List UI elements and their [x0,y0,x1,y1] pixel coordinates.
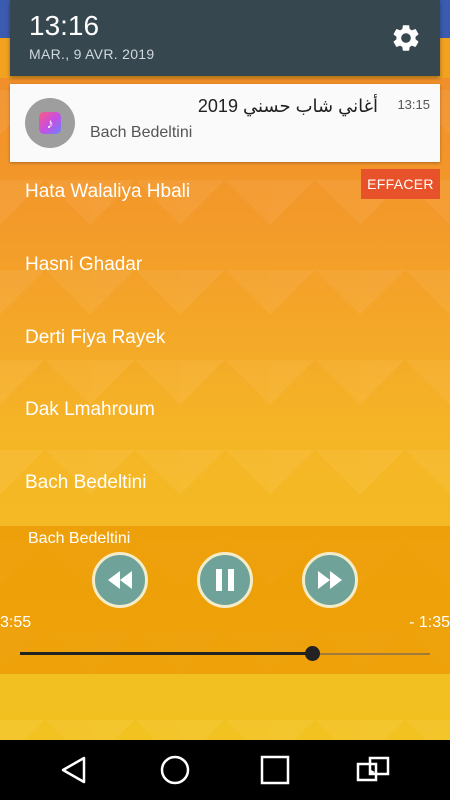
back-icon[interactable] [55,750,95,790]
notification-app-avatar: ♪ [25,98,75,148]
next-icon [318,571,342,589]
remaining-time: - 1:35 [409,614,450,631]
music-app-icon: ♪ [39,112,61,134]
notification-shade-header: 13:16 MAR., 9 AVR. 2019 [10,0,440,76]
rotate-icon[interactable] [353,750,393,790]
status-clock: 13:16 [29,10,100,41]
status-date: MAR., 9 AVR. 2019 [29,46,155,62]
seek-bar-progress [20,652,312,655]
clear-notifications-button[interactable]: EFFACER [361,169,440,199]
gear-icon[interactable] [390,22,422,54]
song-item[interactable]: Hasni Ghadar [25,254,142,276]
elapsed-time: 3:55 [0,614,32,631]
seek-bar[interactable] [20,646,430,661]
song-item[interactable]: Derti Fiya Rayek [25,327,165,349]
now-playing-title: Bach Bedeltini [28,530,131,547]
recents-icon[interactable] [255,750,295,790]
notification-time: 13:15 [397,97,430,112]
next-button[interactable] [302,552,358,608]
music-notification[interactable]: ♪ أغاني شاب حسني 2019 13:15 Bach Bedelti… [10,84,440,162]
system-navigation-bar [0,740,450,800]
notification-title: أغاني شاب حسني 2019 [197,96,378,116]
pause-button[interactable] [197,552,253,608]
song-item[interactable]: Dak Lmahroum [25,399,155,421]
home-icon[interactable] [155,750,195,790]
previous-icon [108,571,132,589]
previous-button[interactable] [92,552,148,608]
notification-subtitle: Bach Bedeltini [90,124,193,141]
song-item[interactable]: Hata Walaliya Hbali [25,181,190,203]
song-item[interactable]: Bach Bedeltini [25,472,146,494]
seek-bar-thumb[interactable] [304,646,320,661]
pause-icon [216,569,234,591]
